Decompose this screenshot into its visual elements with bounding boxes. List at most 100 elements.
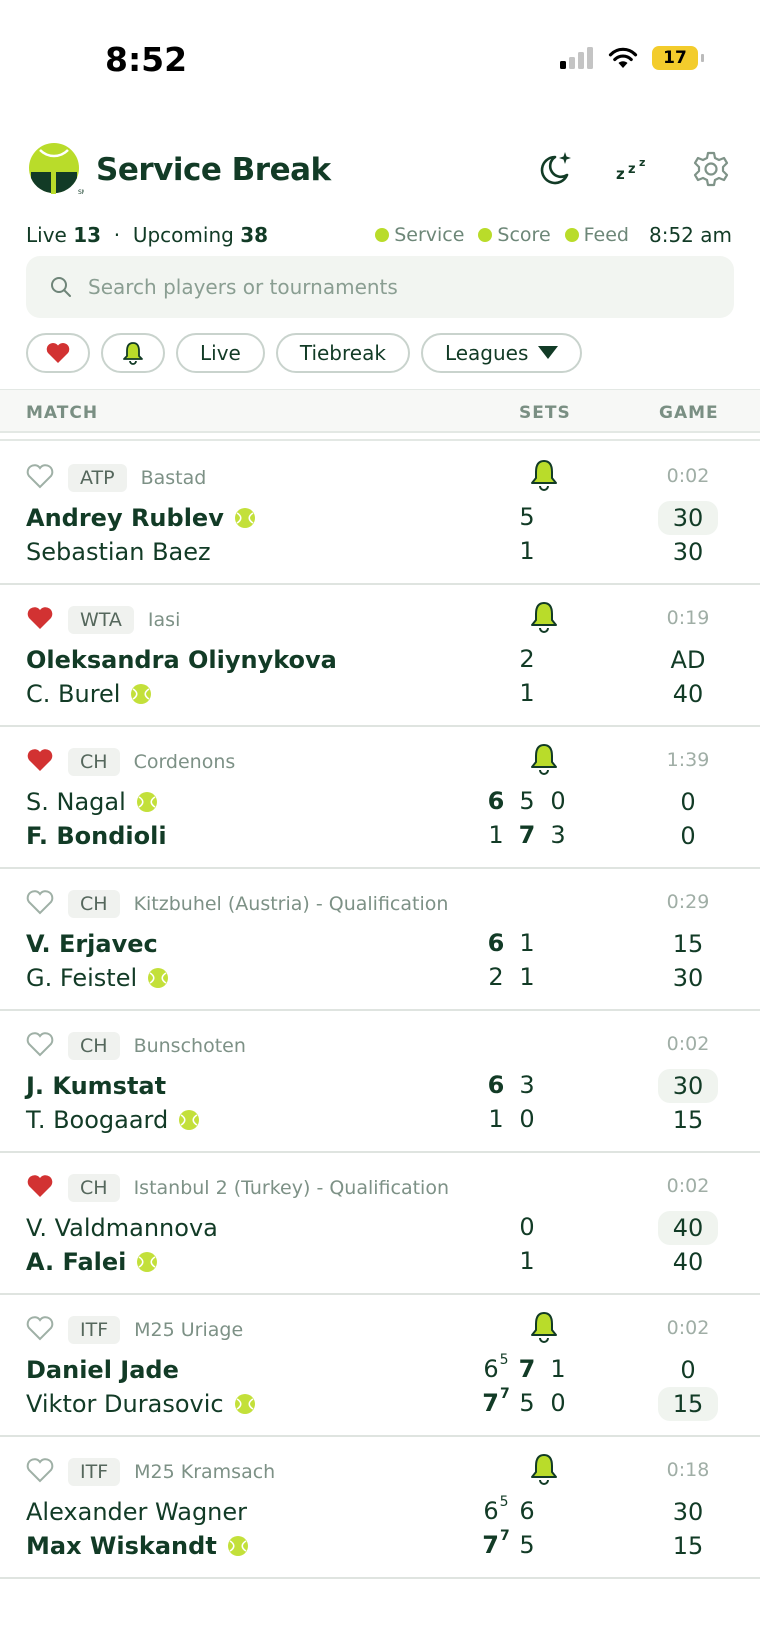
alerts-filter-chip[interactable] [101, 333, 165, 373]
match-header: ITF M25 Uriage [26, 1315, 243, 1345]
player-row[interactable]: Alexander Wagner [26, 1495, 247, 1529]
alert-toggle[interactable] [529, 1453, 559, 1489]
wifi-icon [608, 47, 638, 68]
svg-text:z: z [616, 165, 625, 183]
favorite-toggle[interactable] [26, 1457, 54, 1487]
match-card[interactable]: CH Kitzbuhel (Austria) - Qualification 0:2… [0, 869, 760, 1011]
match-card[interactable]: CH Istanbul 2 (Turkey) - Qualification 0:0… [0, 1153, 760, 1295]
tennis-ball-logo-icon: SM [29, 143, 84, 196]
col-game: GAME [659, 403, 719, 423]
tiebreak-score: 5 [499, 1352, 509, 1368]
tournament-name: Cordenons [133, 751, 236, 773]
match-card[interactable]: CH Cordenons 1:39 S. Nagal 6 5 0 0 F. Bondioli 1 7… [0, 727, 760, 869]
settings-button[interactable] [690, 148, 732, 190]
dark-mode-button[interactable] [534, 148, 576, 190]
set-score: 6 [487, 1071, 505, 1099]
favorites-filter-chip[interactable] [26, 333, 90, 373]
match-header: ATP Bastad [26, 463, 206, 493]
tournament-name: Bastad [140, 467, 207, 489]
favorite-toggle[interactable] [26, 463, 54, 493]
heart-icon [46, 343, 70, 363]
match-card[interactable]: ITF M25 Uriage 0:02 Daniel Jade 65 7 1 0 Viktor … [0, 1295, 760, 1437]
player-row[interactable]: Daniel Jade [26, 1353, 179, 1387]
match-card[interactable]: ATP Bastad 0:02 Andrey Rublev 5 30 Sebastian B… [0, 443, 760, 585]
status-icons: 17 [560, 46, 704, 70]
bell-icon [531, 744, 557, 775]
live-label: Live [26, 223, 67, 247]
match-card[interactable]: WTA Iasi 0:19 Oleksandra Oliynykova 2 AD C. Bu… [0, 585, 760, 727]
player-row[interactable]: J. Kumstat [26, 1069, 166, 1103]
alert-toggle[interactable] [529, 1311, 559, 1347]
leagues-dropdown[interactable]: Leagues [420, 333, 583, 373]
player-name: A. Falei [26, 1248, 127, 1276]
match-elapsed-time: 1:39 [666, 749, 710, 771]
player-row[interactable]: V. Valdmannova [26, 1211, 218, 1245]
serving-ball-icon [148, 968, 169, 988]
player-name: V. Valdmannova [26, 1214, 218, 1242]
tiebreak-filter-chip[interactable]: Tiebreak [275, 333, 410, 373]
match-elapsed-time: 0:29 [666, 891, 710, 913]
game-score: 30 [672, 1498, 704, 1526]
player-row[interactable]: C. Burel [26, 677, 152, 711]
player-row[interactable]: Andrey Rublev [26, 501, 256, 535]
player-row[interactable]: F. Bondioli [26, 819, 167, 853]
favorite-toggle[interactable] [26, 747, 54, 777]
moon-star-icon [540, 152, 571, 185]
tiebreak-score: 7 [499, 1386, 510, 1402]
battery-icon: 17 [652, 46, 704, 70]
set-score: 3 [550, 821, 566, 849]
set-score: 0 [550, 787, 566, 815]
player-name: V. Erjavec [26, 930, 158, 958]
set-score: 6 [487, 787, 505, 815]
player-row[interactable]: T. Boogaard [26, 1103, 200, 1137]
alert-toggle[interactable] [529, 601, 559, 637]
player-name: T. Boogaard [26, 1106, 169, 1134]
match-header: CH Istanbul 2 (Turkey) - Qualification [26, 1173, 449, 1203]
player-row[interactable]: S. Nagal [26, 785, 158, 819]
favorite-toggle[interactable] [26, 1031, 54, 1061]
player-row[interactable]: Max Wiskandt [26, 1529, 249, 1563]
leagues-label: Leagues [444, 341, 529, 365]
match-card[interactable]: CH Bunschoten 0:02 J. Kumstat 6 3 30 T. Boogaar… [0, 1011, 760, 1153]
game-score: 40 [672, 1248, 704, 1276]
favorite-toggle[interactable] [26, 1315, 54, 1345]
player-row[interactable]: Viktor Durasovic [26, 1387, 256, 1421]
set-score: 5 [519, 503, 535, 531]
player-row[interactable]: V. Erjavec [26, 927, 158, 961]
search-bar[interactable] [26, 256, 734, 318]
tiebreak-score: 7 [499, 1528, 510, 1544]
tiebreak-score: 5 [499, 1494, 509, 1510]
game-score: 0 [680, 822, 696, 850]
player-row[interactable]: G. Feistel [26, 961, 169, 995]
set-score: 1 [519, 537, 535, 565]
app-logo[interactable]: SM Service Break [28, 142, 331, 198]
tournament-name: Kitzbuhel (Austria) - Qualification [133, 893, 449, 915]
match-card[interactable]: ITF M25 Kramsach 0:18 Alexander Wagner 65 6 30… [0, 1437, 760, 1579]
alert-toggle[interactable] [529, 743, 559, 779]
player-row[interactable]: Sebastian Baez [26, 535, 211, 569]
alert-toggle[interactable] [529, 459, 559, 495]
set-score: 2 [488, 963, 504, 991]
tour-badge: WTA [68, 606, 134, 634]
favorite-toggle[interactable] [26, 1173, 54, 1203]
feed-dot-icon [564, 228, 579, 242]
set-score: 0 [519, 1105, 535, 1133]
live-filter-chip[interactable]: Live [176, 333, 265, 373]
search-input[interactable] [86, 274, 650, 300]
heart-icon [27, 607, 53, 629]
favorite-toggle[interactable] [26, 889, 54, 919]
heart-outline-icon [26, 890, 54, 915]
favorite-toggle[interactable] [26, 605, 54, 635]
header-divider [0, 431, 760, 441]
tour-badge: CH [68, 1174, 120, 1202]
player-row[interactable]: Oleksandra Oliynykova [26, 643, 337, 677]
game-score: 15 [658, 1387, 718, 1421]
match-header: WTA Iasi [26, 605, 180, 635]
set-score: 1 [519, 1247, 535, 1275]
sleep-mode-button[interactable]: z z z [612, 148, 654, 190]
player-row[interactable]: A. Falei [26, 1245, 158, 1279]
game-score: 30 [658, 1069, 718, 1103]
player-name: Viktor Durasovic [26, 1390, 224, 1418]
tour-badge: CH [68, 748, 120, 776]
status-time: 8:52 [105, 40, 188, 79]
